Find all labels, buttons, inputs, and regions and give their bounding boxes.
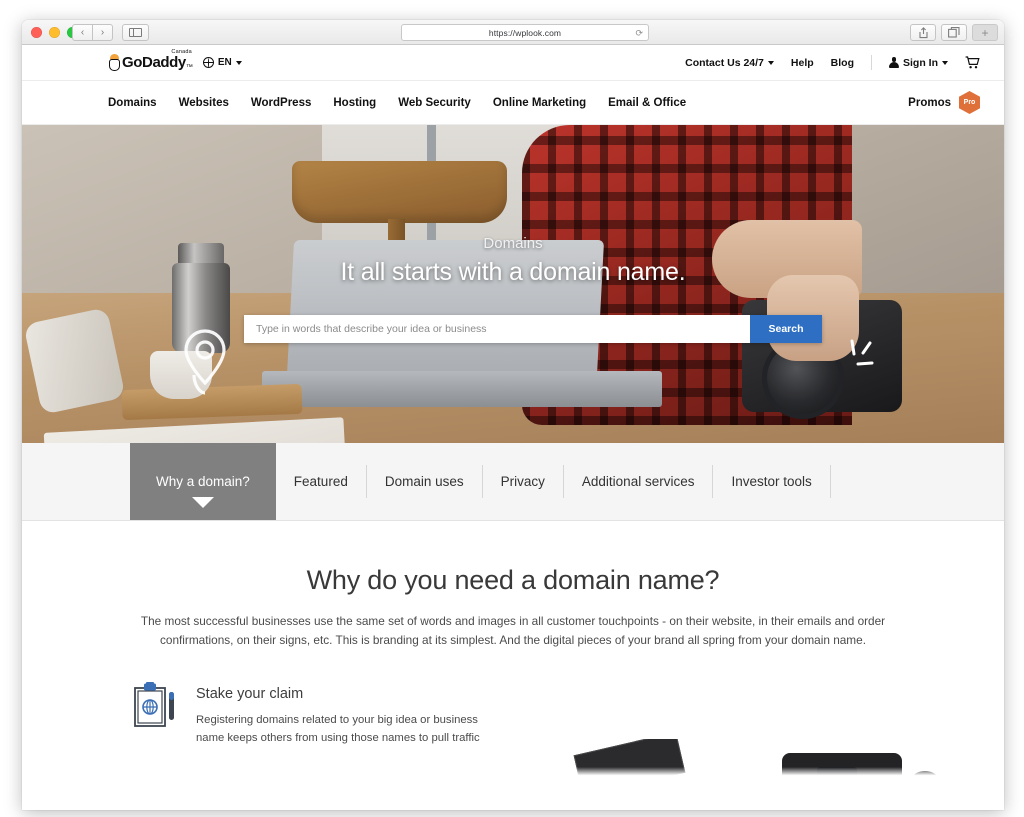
tab-investor-tools-label: Investor tools: [731, 474, 812, 489]
new-tab-button[interactable]: +: [972, 24, 998, 41]
chevron-left-icon: ‹: [80, 26, 85, 38]
nav-item-web-security[interactable]: Web Security: [398, 97, 471, 109]
sign-in-label: Sign In: [903, 56, 938, 69]
tab-privacy-label: Privacy: [500, 474, 545, 489]
utility-link-blog[interactable]: Blog: [831, 57, 854, 69]
chevron-right-icon: ›: [100, 26, 105, 38]
nav-item-wordpress[interactable]: WordPress: [251, 97, 312, 109]
brand-block: GoDaddy ™ Canada EN: [108, 49, 242, 71]
utility-link-contact-label: Contact Us 24/7: [685, 56, 764, 69]
tab-additional-services[interactable]: Additional services: [564, 443, 713, 520]
tab-why-a-domain[interactable]: Why a domain?: [130, 443, 276, 520]
section-body-text: The most successful businesses use the s…: [140, 614, 886, 648]
address-bar[interactable]: https://wplook.com ⟳: [401, 24, 649, 41]
show-tabs-button[interactable]: [941, 24, 967, 41]
tab-featured[interactable]: Featured: [276, 443, 366, 520]
tab-domain-uses-label: Domain uses: [384, 474, 464, 489]
person-icon: [889, 57, 899, 69]
close-window-button[interactable]: [31, 27, 42, 38]
logo-country: Canada: [171, 49, 192, 55]
tab-additional-services-label: Additional services: [581, 474, 695, 489]
page-title: Why do you need a domain name?: [306, 565, 720, 595]
sparkle-icon: [844, 335, 888, 377]
shopping-cart-button[interactable]: [965, 56, 980, 69]
website-content: GoDaddy ™ Canada EN Contact Us 24/7 Help…: [22, 45, 1004, 779]
language-selector[interactable]: EN: [202, 57, 242, 69]
tab-investor-tools[interactable]: Investor tools: [713, 443, 829, 520]
globe-icon: [202, 57, 215, 69]
rocket-pin-icon: [170, 323, 240, 397]
godaddy-logo[interactable]: GoDaddy ™ Canada: [108, 49, 193, 71]
minimize-window-button[interactable]: [49, 27, 60, 38]
tab-privacy[interactable]: Privacy: [483, 443, 563, 520]
nav-item-hosting[interactable]: Hosting: [333, 97, 376, 109]
pro-badge-label: Pro: [963, 99, 976, 106]
page-root: ‹ › https://wplook.com ⟳ + GoDaddy ™ Can…: [0, 0, 1024, 817]
toolbar-right-actions: +: [910, 24, 998, 41]
divider: [871, 55, 872, 70]
feature-description: Registering domains related to your big …: [196, 714, 480, 745]
url-text: https://wplook.com: [488, 27, 562, 38]
tab-featured-label: Featured: [293, 474, 348, 489]
share-button[interactable]: [910, 24, 936, 41]
promos-button[interactable]: Promos Pro: [908, 91, 980, 114]
shopping-cart-icon: [965, 56, 980, 69]
promos-label: Promos: [908, 96, 951, 109]
nav-item-domains[interactable]: Domains: [108, 97, 157, 109]
feature-list: Stake your claim Registering domains rel…: [22, 682, 1004, 747]
hero-title: It all starts with a domain name.: [340, 258, 686, 286]
nav-item-email-office[interactable]: Email & Office: [608, 97, 686, 109]
hero-eyebrow: Domains: [483, 235, 543, 252]
tab-why-a-domain-label: Why a domain?: [156, 474, 250, 489]
section-tabs: Why a domain? Featured Domain uses Priva…: [22, 443, 1004, 521]
window-traffic-lights: [31, 27, 78, 38]
domain-search-button[interactable]: Search: [750, 315, 822, 343]
godaddy-mark-icon: [108, 54, 121, 71]
domain-search-form: Search: [244, 315, 822, 343]
hero-banner: Domains It all starts with a domain name…: [22, 125, 1004, 443]
show-tabs-icon: [948, 27, 960, 38]
browser-window: ‹ › https://wplook.com ⟳ + GoDaddy ™ Can…: [22, 20, 1004, 810]
plus-icon: +: [981, 25, 989, 40]
nav-item-websites[interactable]: Websites: [179, 97, 229, 109]
sidebar-toggle-icon: [129, 28, 142, 37]
tab-divider: [829, 465, 831, 498]
utility-links: Contact Us 24/7 Help Blog Sign In: [685, 55, 980, 70]
language-label: EN: [217, 57, 232, 68]
sign-in-button[interactable]: Sign In: [889, 57, 948, 69]
utility-link-contact[interactable]: Contact Us 24/7: [685, 57, 774, 69]
chevron-down-icon: [767, 60, 774, 65]
sidebar-toggle-button[interactable]: [122, 24, 149, 41]
browser-toolbar: ‹ › https://wplook.com ⟳ +: [22, 20, 1004, 45]
feature-title: Stake your claim: [196, 686, 304, 703]
reload-icon[interactable]: ⟳: [635, 28, 643, 39]
content-fade: [22, 767, 1004, 779]
utility-link-blog-label: Blog: [830, 56, 854, 69]
chevron-down-icon: [942, 60, 948, 65]
clipboard-globe-icon: [132, 682, 178, 730]
logo-trademark: ™: [185, 64, 193, 71]
utility-link-help-label: Help: [790, 56, 814, 69]
share-icon: [918, 26, 928, 38]
why-domain-section: Why do you need a domain name? The most …: [22, 521, 1004, 779]
logo-wordmark: GoDaddy: [122, 54, 186, 71]
feature-item-stake-your-claim: Stake your claim Registering domains rel…: [132, 682, 562, 747]
main-navigation: Domains Websites WordPress Hosting Web S…: [22, 81, 1004, 125]
utility-link-help[interactable]: Help: [791, 57, 814, 69]
chevron-down-icon: [235, 60, 242, 65]
nav-item-online-marketing[interactable]: Online Marketing: [493, 97, 586, 109]
back-button[interactable]: ‹: [72, 24, 93, 41]
forward-button[interactable]: ›: [92, 24, 113, 41]
feature-text-block: Stake your claim Registering domains rel…: [196, 682, 496, 747]
domain-search-input[interactable]: [244, 315, 750, 343]
utility-bar: GoDaddy ™ Canada EN Contact Us 24/7 Help…: [22, 45, 1004, 81]
tab-domain-uses[interactable]: Domain uses: [367, 443, 482, 520]
hero-text-block: Domains It all starts with a domain name…: [22, 235, 1004, 287]
pro-badge: Pro: [959, 91, 980, 114]
tab-active-arrow-icon: [191, 497, 214, 508]
